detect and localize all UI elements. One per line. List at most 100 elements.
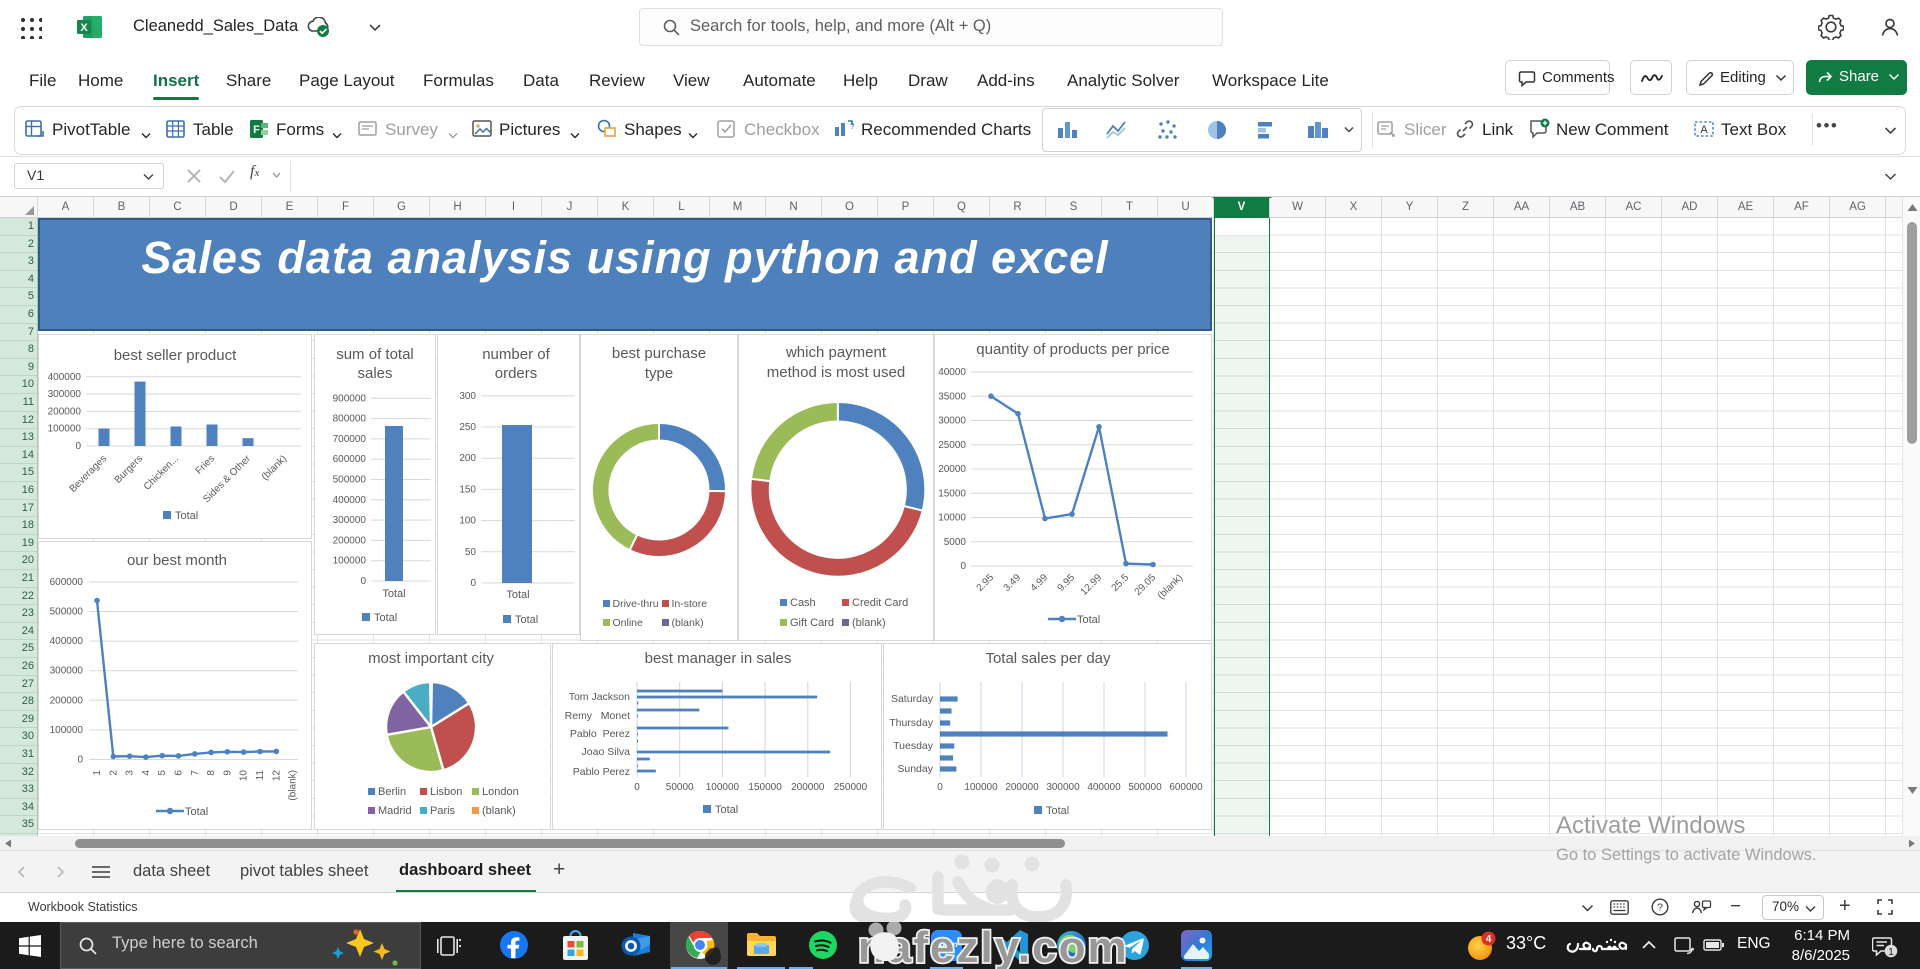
svg-text:200: 200 — [459, 453, 476, 464]
svg-text:0: 0 — [634, 782, 640, 793]
svg-text:our best month: our best month — [127, 552, 227, 569]
svg-text:100000: 100000 — [964, 782, 998, 793]
svg-text:100000: 100000 — [50, 725, 84, 736]
svg-text:2: 2 — [108, 770, 119, 776]
svg-text:12.99: 12.99 — [1079, 572, 1105, 598]
svg-text:800000: 800000 — [333, 414, 367, 425]
svg-text:300000: 300000 — [1046, 782, 1080, 793]
svg-text:Total: Total — [1077, 614, 1100, 626]
svg-text:Joao Silva: Joao Silva — [582, 746, 631, 758]
svg-text:40000: 40000 — [938, 367, 966, 378]
svg-text:Chicken...: Chicken... — [142, 453, 181, 492]
svg-text:(blank): (blank) — [672, 617, 704, 629]
svg-text:300000: 300000 — [333, 515, 367, 526]
svg-text:12: 12 — [271, 770, 282, 782]
svg-text:8: 8 — [206, 770, 217, 776]
svg-text:Total: Total — [1046, 805, 1069, 817]
svg-text:?: ? — [850, 122, 855, 131]
svg-text:(blank): (blank) — [852, 617, 886, 629]
svg-text:Drive-thru: Drive-thru — [613, 598, 659, 610]
svg-text:400000: 400000 — [48, 372, 82, 383]
svg-text:Fries: Fries — [194, 453, 218, 477]
svg-text:0: 0 — [937, 782, 943, 793]
svg-text:4.99: 4.99 — [1029, 572, 1051, 594]
svg-text:300000: 300000 — [48, 389, 82, 400]
svg-text:Thursday: Thursday — [889, 717, 934, 729]
svg-text:Tuesday: Tuesday — [893, 740, 934, 752]
svg-text:Total: Total — [185, 806, 208, 818]
svg-text:200000: 200000 — [48, 406, 82, 417]
svg-text:sum of total: sum of total — [336, 346, 414, 363]
svg-text:Paris: Paris — [430, 805, 456, 817]
svg-text:F: F — [253, 124, 260, 136]
svg-text:500000: 500000 — [333, 475, 367, 486]
svg-text:500000: 500000 — [50, 607, 84, 618]
svg-text:6: 6 — [174, 770, 185, 776]
svg-text:50: 50 — [465, 547, 477, 558]
svg-text:15000: 15000 — [938, 488, 966, 499]
svg-text:250: 250 — [459, 422, 476, 433]
svg-text:Gift Card: Gift Card — [790, 617, 834, 629]
svg-text:0: 0 — [77, 755, 83, 766]
svg-text:500000: 500000 — [1128, 782, 1162, 793]
svg-text:Madrid: Madrid — [378, 805, 412, 817]
svg-text:orders: orders — [495, 365, 538, 382]
svg-text:300: 300 — [459, 391, 476, 402]
svg-text:method is most used: method is most used — [767, 364, 905, 381]
svg-text:100000: 100000 — [333, 556, 367, 567]
svg-text:4: 4 — [1486, 934, 1492, 945]
svg-text:Pablo Perez: Pablo Perez — [570, 728, 630, 740]
svg-text:Lisbon: Lisbon — [430, 786, 462, 798]
svg-text:Total: Total — [175, 510, 198, 522]
svg-text:sales: sales — [357, 365, 392, 382]
svg-text:1: 1 — [92, 770, 103, 776]
svg-text:0: 0 — [75, 441, 81, 452]
svg-text:5000: 5000 — [944, 537, 967, 548]
svg-text:400000: 400000 — [50, 636, 84, 647]
svg-text:2.95: 2.95 — [975, 572, 997, 594]
svg-text:4: 4 — [141, 770, 152, 776]
svg-text:Pablo Perez: Pablo Perez — [573, 766, 630, 778]
svg-text:11: 11 — [255, 770, 266, 781]
svg-text:Burgers: Burgers — [113, 453, 146, 486]
svg-text:(blank): (blank) — [482, 805, 516, 817]
svg-text:200000: 200000 — [791, 782, 825, 793]
svg-text:300000: 300000 — [50, 666, 84, 677]
svg-text:Total sales per day: Total sales per day — [985, 650, 1111, 667]
svg-text:Total: Total — [374, 612, 397, 624]
svg-text:best manager in sales: best manager in sales — [645, 650, 792, 667]
svg-text:Berlin: Berlin — [378, 786, 406, 798]
svg-text:quantity of products per price: quantity of products per price — [976, 341, 1169, 358]
svg-text:3: 3 — [125, 770, 136, 776]
svg-text:Online: Online — [613, 617, 644, 629]
svg-text:best seller product: best seller product — [114, 347, 237, 364]
svg-text:(blank): (blank) — [1156, 572, 1185, 601]
svg-text:25000: 25000 — [938, 440, 966, 451]
svg-text:(blank): (blank) — [288, 770, 299, 801]
svg-text:Total: Total — [506, 589, 529, 601]
svg-text:Total: Total — [715, 804, 738, 816]
svg-text:250000: 250000 — [834, 782, 868, 793]
svg-text:Total: Total — [515, 614, 538, 626]
svg-text:most important city: most important city — [368, 650, 494, 667]
svg-text:0: 0 — [470, 578, 476, 589]
svg-text:which payment: which payment — [785, 344, 887, 361]
svg-text:10: 10 — [239, 770, 250, 782]
svg-text:0: 0 — [360, 576, 366, 587]
svg-text:7: 7 — [190, 770, 201, 776]
svg-text:number of: number of — [482, 346, 550, 363]
svg-text:3.49: 3.49 — [1002, 572, 1024, 594]
svg-text:600000: 600000 — [1169, 782, 1203, 793]
svg-text:25.5: 25.5 — [1110, 572, 1132, 594]
svg-text:Saturday: Saturday — [891, 693, 934, 705]
svg-text:best purchase: best purchase — [612, 345, 706, 362]
svg-text:Cash: Cash — [790, 597, 816, 609]
svg-text:9.95: 9.95 — [1056, 572, 1078, 594]
svg-text:600000: 600000 — [333, 454, 367, 465]
svg-text:A: A — [1700, 124, 1708, 136]
svg-text:Total: Total — [382, 588, 405, 600]
svg-text:10000: 10000 — [938, 513, 966, 524]
svg-text:30000: 30000 — [938, 416, 966, 427]
svg-text:?: ? — [1657, 902, 1663, 914]
svg-text:5: 5 — [157, 770, 168, 776]
